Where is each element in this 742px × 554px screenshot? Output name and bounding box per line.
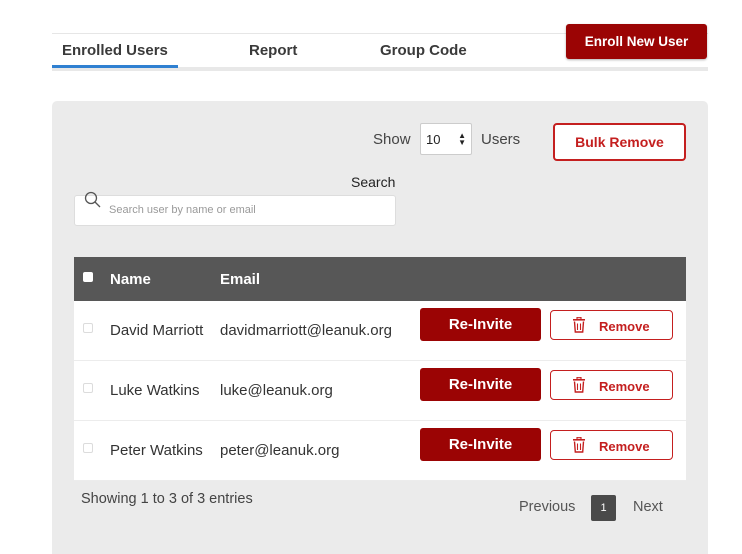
entries-summary: Showing 1 to 3 of 3 entries	[81, 491, 253, 507]
bulk-remove-button[interactable]: Bulk Remove	[553, 123, 686, 161]
page-size-select[interactable]: 10 ▲ ▼	[420, 123, 472, 155]
row-checkbox[interactable]	[83, 383, 93, 393]
reinvite-button[interactable]: Re-Invite	[420, 368, 541, 401]
user-name: Peter Watkins	[110, 442, 203, 459]
remove-button[interactable]: Remove	[550, 430, 673, 460]
reinvite-button[interactable]: Re-Invite	[420, 308, 541, 341]
remove-label: Remove	[599, 439, 650, 454]
users-table: Name Email David Marriott davidmarriott@…	[74, 257, 686, 481]
trash-icon	[573, 437, 585, 453]
table-row: David Marriott davidmarriott@leanuk.org …	[74, 301, 686, 361]
user-name: David Marriott	[110, 322, 204, 339]
user-email: davidmarriott@leanuk.org	[220, 322, 392, 339]
search-label: Search	[351, 174, 396, 190]
remove-button[interactable]: Remove	[550, 310, 673, 340]
reinvite-button[interactable]: Re-Invite	[420, 428, 541, 461]
column-header-email: Email	[220, 271, 261, 288]
user-email: luke@leanuk.org	[220, 382, 333, 399]
trash-icon	[573, 317, 585, 333]
remove-label: Remove	[599, 319, 650, 334]
table-row: Luke Watkins luke@leanuk.org Re-Invite R…	[74, 361, 686, 421]
tab-group-code[interactable]: Group Code	[380, 42, 467, 59]
table-row: Peter Watkins peter@leanuk.org Re-Invite…	[74, 421, 686, 481]
row-checkbox[interactable]	[83, 323, 93, 333]
users-panel: Show 10 ▲▼ Users Bulk Remove Search Name…	[52, 101, 708, 554]
column-header-name: Name	[110, 271, 151, 288]
updown-arrows-icon: ▲ ▼	[458, 131, 466, 147]
remove-button[interactable]: Remove	[550, 370, 673, 400]
user-email: peter@leanuk.org	[220, 442, 340, 459]
users-label: Users	[481, 131, 521, 148]
pagination-previous[interactable]: Previous	[519, 499, 575, 515]
table-header: Name Email	[74, 257, 686, 301]
user-name: Luke Watkins	[110, 382, 200, 399]
remove-label: Remove	[599, 379, 650, 394]
trash-icon	[573, 377, 585, 393]
search-input[interactable]	[109, 204, 379, 216]
enroll-new-user-button[interactable]: Enroll New User	[566, 24, 707, 59]
active-tab-indicator	[52, 65, 178, 68]
pagination-next[interactable]: Next	[633, 499, 663, 515]
pagination-page-1[interactable]: 1	[591, 495, 616, 521]
show-label: Show	[373, 131, 411, 148]
search-icon	[84, 191, 101, 208]
select-all-checkbox[interactable]	[83, 272, 93, 282]
page-size-value: 10	[426, 132, 441, 147]
tab-report[interactable]: Report	[249, 42, 297, 59]
search-box[interactable]	[74, 191, 396, 226]
tab-enrolled-users[interactable]: Enrolled Users	[62, 42, 168, 59]
row-checkbox[interactable]	[83, 443, 93, 453]
